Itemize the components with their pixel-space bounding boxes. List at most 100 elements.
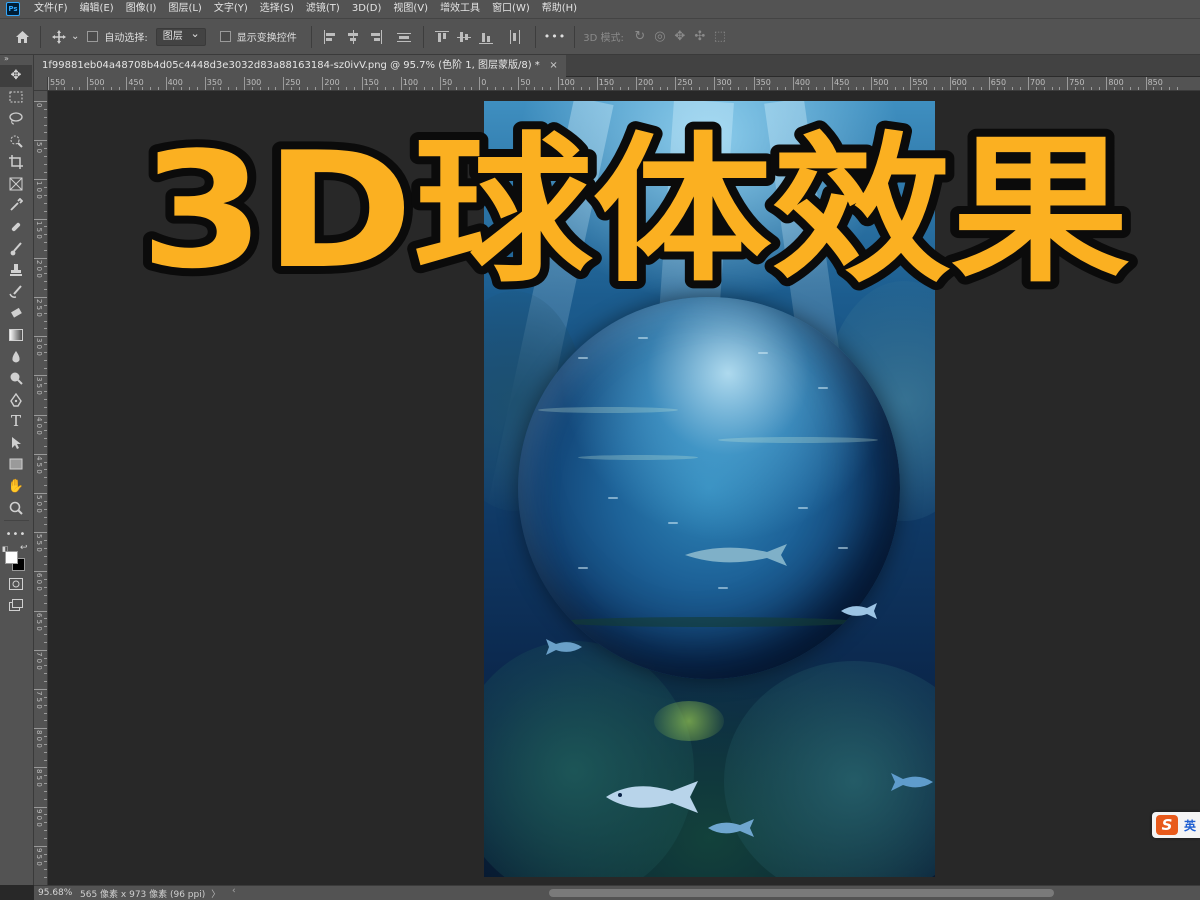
show-transform-checkbox[interactable]	[219, 31, 231, 42]
ruler-minor-tick	[44, 398, 47, 400]
canvas-title: 3D球体效果	[132, 109, 1138, 291]
dodge-tool-icon[interactable]	[0, 367, 32, 389]
ruler-minor-tick	[44, 359, 47, 361]
zoom-tool-icon[interactable]	[0, 497, 32, 519]
move-tool-icon[interactable]: ✥	[0, 65, 32, 87]
menu-help[interactable]: 帮助(H)	[536, 0, 583, 18]
pen-tool-icon[interactable]	[0, 389, 32, 411]
marquee-tool-icon[interactable]	[0, 87, 32, 109]
hand-tool-icon[interactable]: ✋	[0, 475, 32, 497]
ruler-minor-tick	[808, 87, 810, 90]
crop-tool-icon[interactable]	[0, 151, 32, 173]
color-swatches[interactable]: ◧ ↩	[0, 543, 32, 573]
auto-select-target-dropdown[interactable]: 图层	[155, 26, 206, 46]
zoom-level[interactable]: 95.68%	[34, 888, 80, 898]
menu-file[interactable]: 文件(F)	[28, 0, 74, 18]
healing-brush-tool-icon[interactable]	[0, 216, 32, 238]
ruler-minor-tick	[1161, 87, 1163, 90]
ruler-label: 500	[89, 78, 105, 87]
ruler-tick	[34, 101, 47, 102]
ruler-tick	[400, 77, 402, 90]
toolbar-collapse-icon[interactable]: »	[0, 55, 33, 65]
swap-colors-icon[interactable]: ↩	[20, 543, 28, 553]
brush-tool-icon[interactable]	[0, 238, 32, 260]
ruler-tick	[988, 77, 990, 90]
ruler-origin[interactable]	[34, 77, 48, 91]
horizontal-scrollbar-thumb[interactable]	[549, 889, 1054, 897]
align-top-icon[interactable]	[434, 30, 451, 44]
align-left-icon[interactable]	[323, 29, 339, 44]
menu-window[interactable]: 窗口(W)	[486, 0, 536, 18]
3d-scale-icon[interactable]: ⬚	[710, 27, 730, 47]
type-tool-icon[interactable]: T	[0, 411, 32, 433]
status-menu-arrow[interactable]: 〉	[211, 887, 220, 900]
menu-plugins[interactable]: 增效工具	[434, 0, 486, 18]
align-middle-v-icon[interactable]	[456, 30, 473, 44]
3d-roll-icon[interactable]: ◎	[650, 27, 670, 47]
eraser-tool-icon[interactable]	[0, 303, 32, 325]
menu-image[interactable]: 图像(I)	[120, 0, 163, 18]
frame-tool-icon[interactable]	[0, 173, 32, 195]
distribute-vertical-icon[interactable]	[396, 30, 412, 44]
rectangle-tool-icon[interactable]	[0, 454, 32, 476]
small-fish	[718, 587, 728, 589]
ruler-minor-tick	[44, 202, 47, 204]
foreground-color-swatch[interactable]	[5, 551, 18, 565]
path-selection-tool-icon[interactable]	[0, 432, 32, 454]
ruler-minor-tick	[408, 87, 410, 90]
horizontal-ruler[interactable]: 550 500 450 400 350 300 250 200 150 100 50 0 50 100 15…	[48, 77, 1200, 91]
horizontal-scrollbar[interactable]	[244, 889, 1184, 897]
scroll-left-icon[interactable]: ‹	[232, 886, 236, 896]
ruler-minor-tick	[44, 853, 47, 855]
ruler-minor-tick	[424, 87, 426, 90]
menu-layer[interactable]: 图层(L)	[162, 0, 207, 18]
3d-slide-icon[interactable]: ✣	[690, 27, 710, 47]
ruler-minor-tick	[44, 500, 47, 502]
screen-mode-icon[interactable]	[0, 595, 32, 617]
eyedropper-tool-icon[interactable]	[0, 195, 32, 217]
move-tool-preset-icon[interactable]	[49, 27, 69, 47]
ruler-label: 5 5 0	[35, 534, 43, 552]
ruler-label: 6 5 0	[35, 612, 43, 631]
menu-filter[interactable]: 滤镜(T)	[300, 0, 346, 18]
reef-band	[558, 617, 858, 627]
ruler-minor-tick	[549, 87, 551, 90]
ruler-label: 3 0 0	[35, 338, 43, 356]
document-info[interactable]: 565 像素 x 973 像素 (96 ppi)	[80, 887, 205, 900]
close-tab-icon[interactable]: ×	[549, 55, 557, 77]
3d-pan-icon[interactable]: ✥	[670, 27, 690, 47]
ruler-tick	[244, 77, 245, 90]
canvas-workspace[interactable]: 3D球体效果	[48, 91, 1200, 885]
history-brush-tool-icon[interactable]	[0, 281, 32, 303]
3d-orbit-icon[interactable]: ↻	[630, 27, 650, 47]
align-bottom-icon[interactable]	[478, 30, 495, 44]
menu-edit[interactable]: 编辑(E)	[74, 0, 120, 18]
quick-selection-tool-icon[interactable]	[0, 130, 32, 152]
ime-indicator[interactable]: S 英	[1152, 812, 1200, 838]
home-icon[interactable]	[12, 27, 32, 47]
menu-3d[interactable]: 3D(D)	[346, 0, 388, 18]
align-right-icon[interactable]	[367, 29, 383, 44]
ruler-minor-tick	[44, 673, 47, 675]
menu-view[interactable]: 视图(V)	[387, 0, 434, 18]
more-options-button[interactable]: •••	[544, 30, 566, 43]
ruler-label: 450	[128, 78, 144, 87]
menu-type[interactable]: 文字(Y)	[208, 0, 254, 18]
lasso-tool-icon[interactable]	[0, 108, 32, 130]
menu-select[interactable]: 选择(S)	[254, 0, 300, 18]
align-center-h-icon[interactable]	[345, 29, 361, 44]
large-fish	[685, 544, 787, 566]
gradient-tool-icon[interactable]	[0, 324, 32, 346]
distribute-horizontal-icon[interactable]	[508, 29, 524, 44]
ruler-minor-tick	[1153, 87, 1155, 90]
chevron-down-icon[interactable]: ⌄	[71, 31, 79, 42]
document-tab[interactable]: 1f99881eb04a48708b4d05c4448d3e3032d83a88…	[34, 55, 566, 77]
auto-select-checkbox[interactable]	[87, 31, 99, 42]
vertical-ruler[interactable]: 0 5 0 1 0 0 1 5 0 2 0 0 2 5 0 3 0 0 3 5 0 4 0 0 4…	[34, 91, 48, 885]
clone-stamp-tool-icon[interactable]	[0, 259, 32, 281]
edit-toolbar-icon[interactable]: •••	[0, 523, 32, 545]
quick-mask-icon[interactable]	[0, 573, 32, 595]
blur-tool-icon[interactable]	[0, 346, 32, 368]
ruler-minor-tick	[44, 344, 47, 346]
ruler-minor-tick	[44, 626, 47, 628]
